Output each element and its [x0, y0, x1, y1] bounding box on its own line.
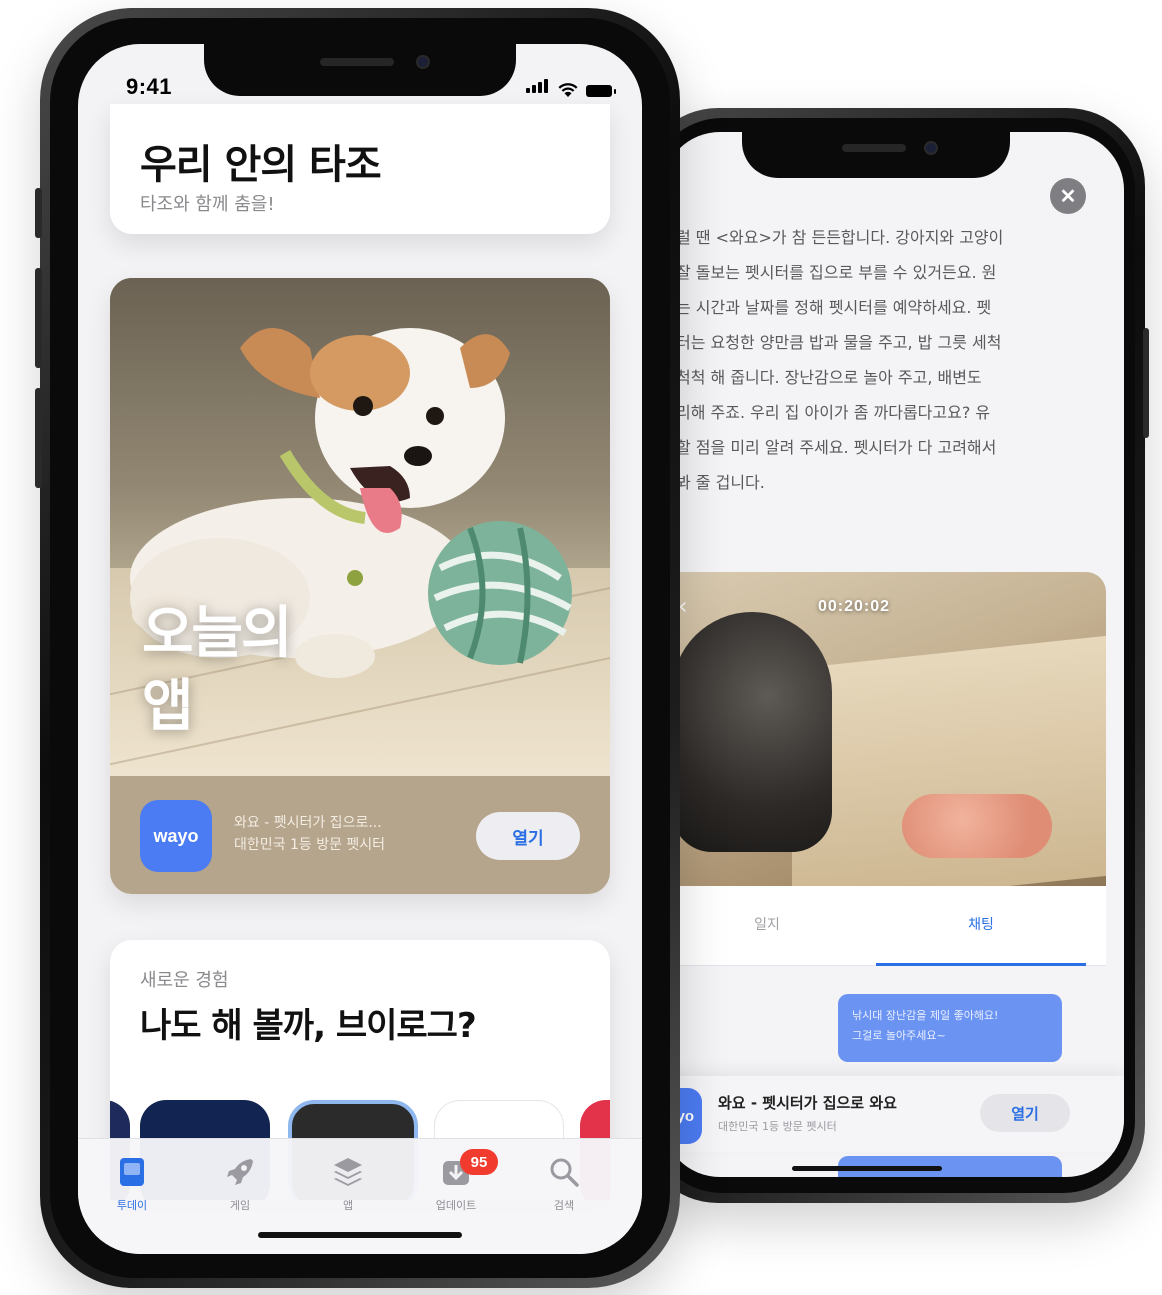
home-indicator[interactable]: [792, 1166, 942, 1171]
label-line: 앱: [142, 673, 194, 739]
tab-games[interactable]: 게임: [190, 1155, 290, 1213]
article-line: 는 시간과 날짜를 정해 펫시터를 예약하세요. 펫: [676, 298, 992, 317]
app-of-day-label: 오늘의 앱: [142, 598, 293, 744]
card-title: 나도 해 볼까, 브이로그?: [140, 1006, 477, 1046]
article-line: 리해 주죠. 우리 집 아이가 좀 까다롭다고요? 유: [676, 403, 991, 422]
app-description: 대한민국 1등 방문 펫시터: [234, 837, 386, 853]
article-line: 럴 땐 <와요>가 참 든든합니다. 강아지와 고양이: [676, 228, 1004, 247]
app-name: 와요 - 펫시터가 집으로 와요: [718, 1094, 897, 1112]
tab-today[interactable]: 투데이: [82, 1155, 182, 1213]
volume-down-button: [35, 388, 42, 488]
camera-timer: 00:20:02: [818, 598, 891, 615]
tab-apps[interactable]: 앱: [298, 1155, 398, 1213]
chat-line: 그걸로 놀아주세요~: [852, 1029, 946, 1042]
volume-up-button: [35, 268, 42, 368]
back-phone-frame: ✕ 럴 땐 <와요>가 참 든든합니다. 강아지와 고양이 잘 돌보는 펫시터를…: [636, 108, 1149, 1203]
label-line: 오늘의: [142, 601, 293, 666]
article-line: 척척 해 줍니다. 장난감으로 놀아 주고, 배변도: [676, 368, 982, 387]
cellular-signal-icon: [526, 78, 550, 97]
battery-icon: [586, 85, 616, 97]
tab-search[interactable]: 검색: [514, 1155, 614, 1213]
article-line: 할 점을 미리 알려 주세요. 펫시터가 다 고려해서: [676, 438, 997, 457]
open-button[interactable]: 열기: [980, 1094, 1070, 1132]
cat-image: [672, 612, 832, 852]
segment-underline: [876, 963, 1086, 966]
front-phone-frame: 9:41 우리 안의 타조 타조와 함께 춤을! 오늘의 앱 wayo 와요 -…: [35, 8, 680, 1288]
tab-label: 투데이: [116, 1199, 148, 1212]
story-card-app-of-day[interactable]: 오늘의 앱 wayo 와요 - 펫시터가 집으로... 대한민국 1등 방문 펫…: [110, 278, 610, 894]
rocket-icon: [227, 1159, 253, 1185]
close-button[interactable]: ✕: [1050, 178, 1086, 214]
app-banner[interactable]: wayo 와요 - 펫시터가 집으로... 대한민국 1등 방문 펫시터 열기: [110, 776, 610, 894]
article-line: 잘 돌보는 펫시터를 집으로 부를 수 있거든요. 원: [676, 263, 997, 282]
wayo-app-icon: wayo: [140, 800, 212, 872]
segment-control: 일지 채팅: [662, 886, 1106, 966]
status-bar: 9:41: [78, 44, 642, 124]
today-icon: [120, 1158, 144, 1186]
tab-label: 앱: [342, 1199, 354, 1212]
article-line: 봐 줄 겁니다.: [676, 473, 765, 492]
app-description: 대한민국 1등 방문 펫시터: [718, 1120, 837, 1133]
home-indicator[interactable]: [258, 1232, 462, 1238]
pet-camera-view[interactable]: ‹ 00:20:02: [662, 572, 1106, 886]
front-phone-screen: 9:41 우리 안의 타조 타조와 함께 춤을! 오늘의 앱 wayo 와요 -…: [78, 44, 642, 1254]
back-phone-screen: ✕ 럴 땐 <와요>가 참 든든합니다. 강아지와 고양이 잘 돌보는 펫시터를…: [662, 132, 1124, 1177]
toy-image: [902, 794, 1052, 858]
card-title: 우리 안의 타조: [140, 142, 382, 188]
dog-photo: 오늘의 앱: [110, 278, 610, 776]
chat-line: 낚시대 장난감을 제일 좋아해요!: [852, 1009, 999, 1022]
tab-label: 업데이트: [435, 1199, 477, 1212]
segment-log[interactable]: 일지: [662, 914, 872, 934]
update-count-badge: 95: [460, 1149, 498, 1175]
segment-chat[interactable]: 채팅: [876, 914, 1086, 934]
tab-label: 게임: [229, 1199, 251, 1212]
wifi-icon: [558, 83, 578, 97]
status-time: 9:41: [126, 74, 173, 99]
layers-icon: [334, 1158, 362, 1186]
open-button[interactable]: 열기: [476, 812, 580, 860]
search-icon: [550, 1158, 579, 1187]
app-banner[interactable]: wayo 와요 - 펫시터가 집으로 와요 대한민국 1등 방문 펫시터 열기: [662, 1076, 1124, 1152]
chat-bubble: 낚시대 장난감을 제일 좋아해요! 그걸로 놀아주세요~: [838, 994, 1062, 1062]
card-eyebrow: 새로운 경험: [140, 970, 229, 991]
power-button: [1143, 328, 1149, 438]
status-icons: [526, 78, 616, 97]
speaker: [842, 144, 906, 152]
tab-updates[interactable]: 95 업데이트: [406, 1149, 506, 1213]
tab-label: 검색: [553, 1199, 575, 1212]
app-name: 와요 - 펫시터가 집으로...: [234, 815, 382, 831]
article-text: 럴 땐 <와요>가 참 든든합니다. 강아지와 고양이 잘 돌보는 펫시터를 집…: [676, 220, 1106, 500]
mute-switch: [35, 188, 42, 238]
front-camera: [924, 141, 938, 155]
back-notch: [742, 132, 1010, 178]
card-subtitle: 타조와 함께 춤을!: [140, 194, 275, 215]
article-line: 터는 요청한 양만큼 밥과 물을 주고, 밥 그릇 세척: [676, 333, 1002, 352]
